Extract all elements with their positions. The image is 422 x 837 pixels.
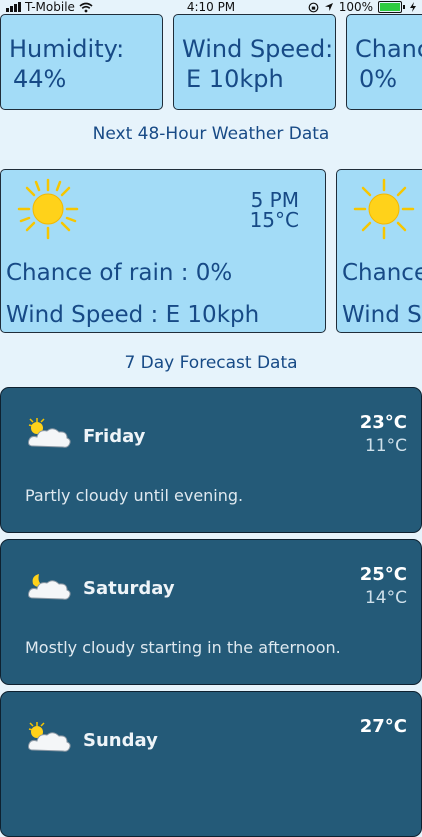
forecast-summary: Partly cloudy until evening. [25, 486, 244, 505]
forecast-day-name: Sunday [83, 730, 158, 751]
forecast-card-friday[interactable]: Friday 23°C 11°C Partly cloudy until eve… [0, 387, 422, 533]
hourly-temperature: 15°C [249, 208, 299, 232]
charging-icon [410, 2, 416, 12]
hourly-card: Chance Wind Sp [336, 169, 422, 333]
humidity-card: Humidity: 44% [0, 14, 163, 110]
hourly-time: 5 PM [250, 188, 299, 212]
hourly-wind-speed: Wind Speed : E 10kph [6, 302, 260, 328]
rain-chance-label: Chanc [355, 35, 422, 63]
hourly-rain-chance: Chance [342, 260, 422, 286]
wind-speed-label: Wind Speed: [182, 35, 334, 63]
humidity-label: Humidity: [9, 35, 125, 63]
forecast-card-sunday[interactable]: Sunday 27°C [0, 691, 422, 837]
forecast-high-temp: 23°C [359, 412, 407, 433]
partly-cloudy-day-icon [28, 722, 71, 752]
sun-icon [353, 178, 415, 240]
forecast-high-temp: 27°C [359, 716, 407, 737]
hourly-rain-chance: Chance of rain : 0% [6, 260, 233, 286]
wind-speed-card: Wind Speed: E 10kph [173, 14, 336, 110]
battery-icon [378, 1, 402, 13]
battery-percent: 100% [338, 0, 373, 14]
sun-icon [17, 178, 79, 240]
partly-cloudy-night-icon [28, 574, 71, 600]
forecast-day-name: Friday [83, 426, 146, 447]
forecast-low-temp: 14°C [364, 588, 407, 608]
rain-chance-value: 0% [359, 65, 398, 93]
forecast-summary: Mostly cloudy starting in the afternoon. [25, 638, 341, 657]
orientation-lock-icon [308, 2, 319, 12]
location-icon [324, 3, 333, 11]
forecast-card-saturday[interactable]: Saturday 25°C 14°C Mostly cloudy startin… [0, 539, 422, 685]
forecast-day-name: Saturday [83, 578, 175, 599]
wind-speed-value: E 10kph [186, 65, 284, 93]
daily-section-title: 7 Day Forecast Data [124, 353, 298, 373]
forecast-high-temp: 25°C [359, 564, 407, 585]
rain-chance-card: Chanc 0% [346, 14, 422, 110]
partly-cloudy-day-icon [28, 418, 71, 448]
forecast-low-temp: 11°C [364, 436, 407, 456]
humidity-value: 44% [13, 65, 67, 93]
hourly-wind-speed: Wind Sp [342, 302, 422, 328]
hourly-section-title: Next 48-Hour Weather Data [92, 124, 330, 144]
hourly-card: 5 PM 15°C Chance of rain : 0% Wind Speed… [0, 169, 326, 333]
